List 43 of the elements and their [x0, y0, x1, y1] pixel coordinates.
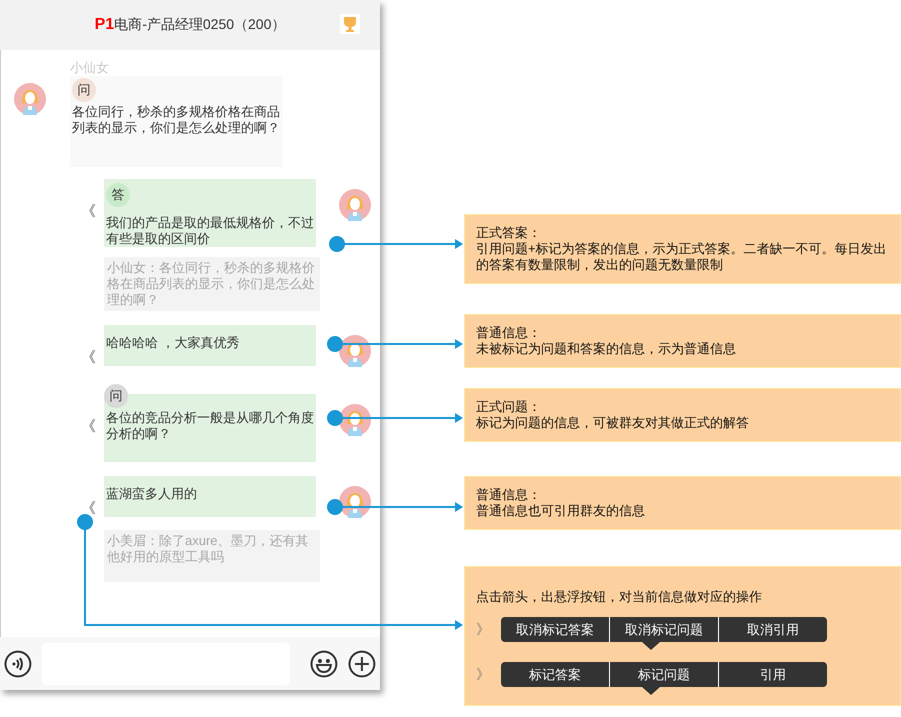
annotation-dot — [327, 499, 343, 515]
note-title: 正式问题： — [476, 399, 542, 415]
more-button[interactable]: 《 — [81, 498, 104, 520]
add-icon[interactable] — [348, 650, 376, 678]
note-title: 普通信息： — [476, 325, 542, 341]
note-body: 引用问题+标记为答案的信息，示为正式答案。二者缺一不可。每日发出的答案有数量限制，发出的问题无数量限制 — [476, 241, 888, 273]
action-button[interactable]: 引用 — [718, 662, 827, 687]
avatar-icon — [14, 83, 46, 115]
message-tag: 问 — [104, 384, 128, 408]
message-tag: 答 — [106, 183, 130, 207]
quoted-message: 小美眉：除了axure、墨刀，还有其他好用的原型工具吗 — [104, 530, 320, 582]
annotation-dot — [329, 236, 345, 252]
note-body: 标记为问题的信息，可被群友对其做正式的解答 — [476, 415, 750, 431]
avatar-icon — [339, 486, 371, 518]
message-text: 蓝湖蛮多人用的 — [106, 486, 197, 502]
message-text: 哈哈哈哈 ，大家真优秀 — [106, 335, 240, 351]
message-text: 各位同行，秒杀的多规格价格在商品列表的显示，你们是怎么处理的啊？ — [72, 104, 281, 136]
annotation-dot — [77, 514, 93, 530]
message-tag: 问 — [72, 78, 96, 102]
group-title: P1电商-产品经理0250（200） — [94, 15, 286, 35]
avatar-icon — [339, 404, 371, 436]
note-title: 正式答案： — [476, 225, 542, 241]
more-button[interactable]: 《 — [81, 416, 104, 438]
avatar-icon — [339, 189, 371, 221]
note-body: 点击箭头，出悬浮按钮，对当前信息做对应的操作 — [476, 589, 763, 605]
action-button[interactable]: 标记答案 — [501, 662, 609, 687]
more-button[interactable]: 《 — [81, 201, 104, 224]
annotation-dot — [327, 410, 343, 426]
note-body: 普通信息也可引用群友的信息 — [476, 503, 646, 519]
note-body: 未被标记为问题和答案的信息，示为普通信息 — [476, 341, 737, 357]
expand-arrow-icon: 》 — [476, 617, 501, 641]
quoted-message: 小仙女：各位同行，秒杀的多规格价格在商品列表的显示，你们是怎么处理的啊？ — [104, 257, 320, 311]
more-button[interactable]: 《 — [81, 347, 104, 370]
message-text: 各位的竞品分析一般是从哪几个角度分析的啊？ — [106, 410, 314, 442]
message-text: 我们的产品是取的最低规格价，不过有些是取的区间价 — [106, 215, 314, 247]
avatar-icon — [339, 335, 371, 367]
action-button[interactable]: 取消标记答案 — [501, 617, 609, 642]
emoji-icon[interactable] — [310, 650, 338, 678]
note-title: 普通信息： — [476, 487, 542, 503]
expand-arrow-icon: 》 — [476, 662, 501, 686]
voice-icon[interactable] — [4, 650, 32, 678]
action-button[interactable]: 取消引用 — [718, 617, 827, 642]
annotation-dot — [327, 336, 343, 352]
